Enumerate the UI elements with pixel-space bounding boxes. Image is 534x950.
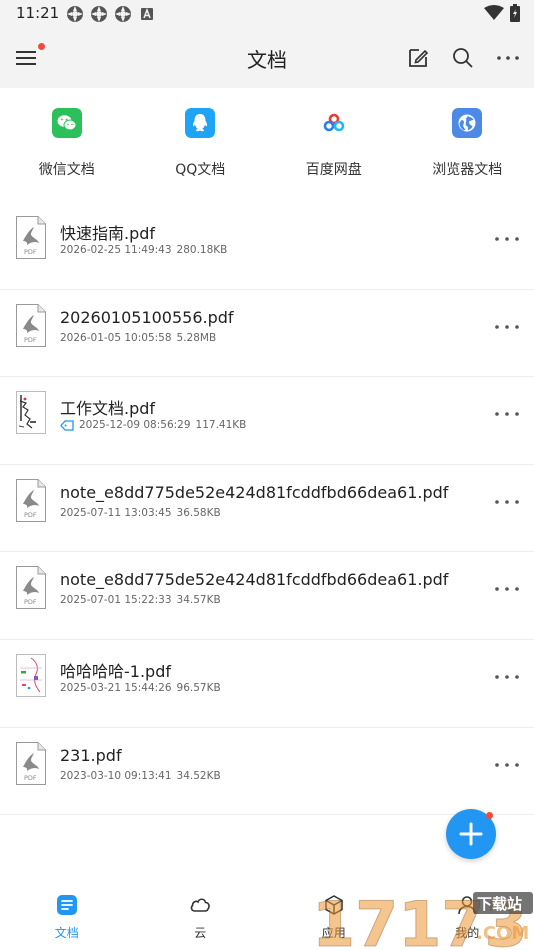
user-icon <box>458 896 477 915</box>
file-name: note_e8dd775de52e424d81fcddfbd66dea61.pd… <box>60 570 449 590</box>
pdf-file-icon: PDF <box>16 566 46 610</box>
more-icon[interactable] <box>494 44 522 72</box>
file-name: 工作文档.pdf <box>60 399 156 419</box>
baidu-netdisk-icon <box>318 108 349 138</box>
file-date: 2025-07-11 13:03:45 <box>60 506 172 519</box>
file-date: 2025-03-21 15:44:26 <box>60 681 172 694</box>
pdf-file-icon: PDF <box>16 741 46 785</box>
pdf-file-icon: PDF <box>16 478 46 522</box>
file-date: 2025-07-01 15:22:33 <box>60 594 172 607</box>
file-size: 280.18KB <box>176 244 228 256</box>
file-size: 117.41KB <box>195 419 247 432</box>
wechat-icon <box>51 108 82 138</box>
file-meta: 2025-07-01 15:22:33 34.57KB <box>60 594 221 606</box>
cloud-icon <box>190 898 211 912</box>
file-date: 2025-12-09 08:56:29 <box>79 419 191 432</box>
file-name: 快速指南.pdf <box>60 224 156 243</box>
file-size: 34.57KB <box>176 594 221 607</box>
file-size: 5.28MB <box>176 331 217 344</box>
file-meta: 2023-03-10 09:13:41 34.52KB <box>60 770 221 782</box>
file-item[interactable]: PDF note_e8dd775de52e424d81fcddfbd66dea6… <box>0 465 534 553</box>
document-icon <box>56 895 77 915</box>
battery-icon <box>510 4 520 22</box>
source-qq[interactable]: QQ文档 <box>134 88 268 198</box>
file-date: 2023-03-10 09:13:41 <box>60 769 172 782</box>
browser-icon <box>452 108 483 138</box>
file-date: 2026-02-25 11:49:43 <box>60 244 172 256</box>
file-more-icon[interactable] <box>494 584 520 594</box>
file-name: note_e8dd775de52e424d81fcddfbd66dea61.pd… <box>60 482 449 502</box>
status-time: 11:21 <box>16 4 60 22</box>
svg-text:PDF: PDF <box>24 774 37 782</box>
status-notification-icons <box>66 5 156 23</box>
source-label: 百度网盘 <box>305 162 362 178</box>
nav-tab-documents[interactable]: 文档 <box>0 880 134 950</box>
svg-text:PDF: PDF <box>24 598 37 606</box>
tag-icon <box>60 420 74 431</box>
file-more-icon[interactable] <box>494 409 520 419</box>
wifi-icon <box>484 5 504 20</box>
file-date: 2026-01-05 10:05:58 <box>60 331 172 344</box>
nav-label: 文档 <box>54 926 79 940</box>
bottom-navigation: 文档 云 应用 我的 <box>0 880 534 950</box>
apps-icon <box>325 895 343 915</box>
pdf-file-icon: PDF <box>16 303 46 347</box>
source-label: QQ文档 <box>175 162 226 178</box>
file-more-icon[interactable] <box>494 672 520 682</box>
app-header: 文档 <box>0 28 534 88</box>
nav-label: 应用 <box>321 926 346 940</box>
file-meta: 2026-01-05 10:05:58 5.28MB <box>60 332 216 344</box>
app-notification-icon <box>91 6 107 22</box>
svg-text:PDF: PDF <box>24 511 37 519</box>
document-sources: 微信文档 QQ文档 百度网盘 浏览器文档 <box>0 88 534 198</box>
file-meta: 2026-02-25 11:49:43 280.18KB <box>60 244 227 256</box>
pdf-file-icon: PDF <box>16 216 46 259</box>
status-bar: 11:21 <box>0 0 534 28</box>
file-more-icon[interactable] <box>494 234 520 244</box>
svg-text:PDF: PDF <box>24 336 37 344</box>
nav-label: 我的 <box>455 926 480 940</box>
source-label: 微信文档 <box>38 162 95 178</box>
source-baidu-netdisk[interactable]: 百度网盘 <box>267 88 401 198</box>
status-system-icons <box>484 4 520 22</box>
file-more-icon[interactable] <box>494 497 520 507</box>
file-size: 34.52KB <box>176 769 221 782</box>
file-name: 20260105100556.pdf <box>60 307 234 327</box>
nav-tab-cloud[interactable]: 云 <box>134 880 268 950</box>
file-item[interactable]: 哈哈哈哈-1.pdf 2025-03-21 15:44:26 96.57KB <box>0 640 534 728</box>
source-wechat[interactable]: 微信文档 <box>0 88 134 198</box>
app-notification-icon <box>115 6 131 22</box>
menu-badge <box>38 43 45 50</box>
fab-badge <box>486 812 493 819</box>
search-icon[interactable] <box>449 44 477 72</box>
file-size: 36.58KB <box>176 506 221 519</box>
file-item[interactable]: PDF 231.pdf 2023-03-10 09:13:41 34.52KB <box>0 728 534 816</box>
nav-tab-profile[interactable]: 我的 <box>401 880 534 950</box>
file-item[interactable]: PDF 快速指南.pdf 2026-02-25 11:49:43 280.18K… <box>0 202 534 290</box>
source-label: 浏览器文档 <box>432 162 503 178</box>
edit-icon[interactable] <box>404 44 432 72</box>
nav-label: 云 <box>194 926 207 940</box>
file-item[interactable]: 工作文档.pdf 2025-12-09 08:56:29 117.41KB <box>0 377 534 465</box>
file-list: PDF 快速指南.pdf 2026-02-25 11:49:43 280.18K… <box>0 202 534 816</box>
file-more-icon[interactable] <box>494 760 520 770</box>
qq-icon <box>185 108 216 138</box>
nav-tab-apps[interactable]: 应用 <box>267 880 401 950</box>
document-preview-thumbnail <box>16 391 46 435</box>
file-meta: 2025-07-11 13:03:45 36.58KB <box>60 507 221 519</box>
file-size: 96.57KB <box>176 681 221 694</box>
document-preview-thumbnail <box>16 653 46 697</box>
file-name: 231.pdf <box>60 745 122 765</box>
file-meta: 2025-03-21 15:44:26 96.57KB <box>60 682 221 694</box>
source-browser[interactable]: 浏览器文档 <box>401 88 534 198</box>
file-item[interactable]: PDF 20260105100556.pdf 2026-01-05 10:05:… <box>0 290 534 378</box>
app-notification-icon <box>67 6 83 22</box>
file-name: 哈哈哈哈-1.pdf <box>60 661 171 681</box>
file-item[interactable]: PDF note_e8dd775de52e424d81fcddfbd66dea6… <box>0 552 534 640</box>
a-badge-icon <box>141 7 153 20</box>
file-more-icon[interactable] <box>494 322 520 332</box>
svg-text:PDF: PDF <box>24 248 37 256</box>
file-meta: 2025-12-09 08:56:29 117.41KB <box>60 419 246 431</box>
